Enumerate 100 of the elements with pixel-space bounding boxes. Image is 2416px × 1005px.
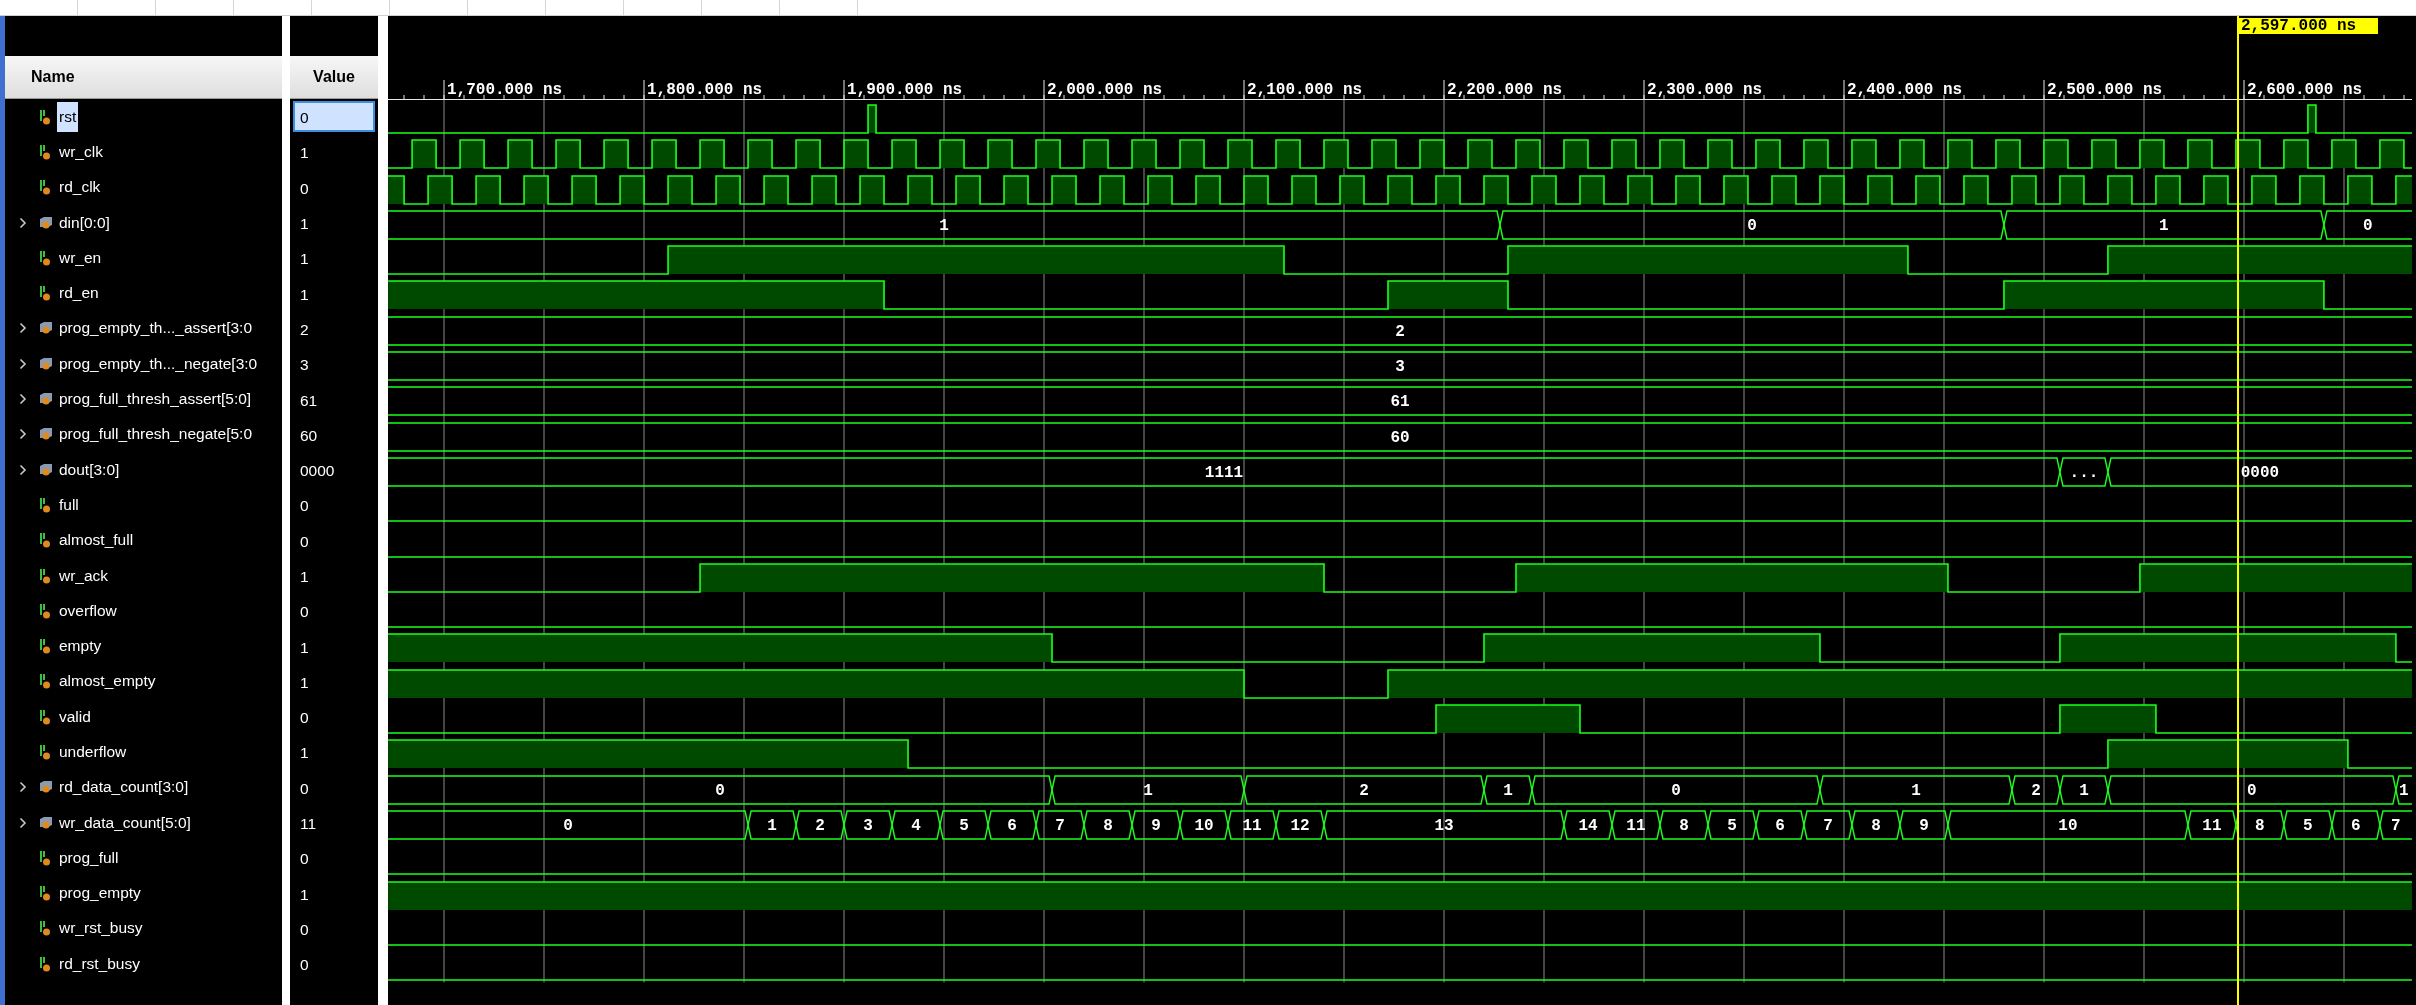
time-label: 2,000.000 ns [1047, 81, 1163, 99]
signal-name[interactable]: rd_clk [57, 172, 103, 203]
bus-value: 0000 [2240, 463, 2280, 482]
signal-icon [39, 708, 51, 725]
bus-segment [1659, 810, 1709, 840]
bus-segment [939, 810, 989, 840]
signal-name[interactable]: prog_empty [57, 878, 143, 909]
signal-name[interactable]: wr_clk [57, 136, 105, 167]
bus-value: 1 [2159, 216, 2169, 235]
bus-value: 6 [2351, 816, 2361, 835]
bus-icon [39, 215, 53, 230]
signal-name[interactable]: prog_full_thresh_negate[5:0 [57, 419, 255, 450]
signal-value: 0 [299, 531, 310, 552]
bus-value: 3 [1395, 358, 1405, 377]
expand-icon[interactable] [19, 428, 27, 441]
time-label: 2,500.000 ns [2047, 81, 2163, 99]
column-header[interactable]: Name [5, 56, 282, 99]
signal-icon [39, 285, 51, 302]
signal-value: 0 [299, 849, 310, 870]
bus-icon [39, 321, 53, 336]
signal-value: 2 [299, 319, 310, 340]
signal-name[interactable]: dout[3:0] [57, 454, 122, 485]
signal-value: 60 [299, 425, 319, 446]
signal-value: 0 [299, 955, 310, 976]
bus-value: 6 [1007, 816, 1017, 835]
bus-value: 8 [1679, 816, 1689, 835]
bus-icon [39, 392, 53, 406]
bus-value: 1 [1143, 781, 1153, 800]
signal-value: 0 [299, 496, 310, 517]
expand-icon[interactable] [19, 216, 27, 229]
signal-name[interactable]: rd_en [57, 278, 101, 309]
expand-icon[interactable] [19, 322, 27, 335]
signal-value: 0 [299, 919, 310, 940]
signal-name[interactable]: wr_rst_busy [57, 913, 145, 944]
bus-value: 0 [2363, 216, 2373, 235]
signal-icon [39, 744, 51, 760]
bus-segment [1851, 810, 1901, 840]
signal-name[interactable]: wr_en [57, 242, 104, 273]
expand-icon[interactable] [19, 463, 27, 476]
bus-segment [987, 810, 1037, 840]
signal-value: 0 [299, 602, 310, 623]
expand-icon[interactable] [19, 393, 27, 405]
signal-name[interactable]: prog_full_thresh_assert[5:0] [57, 384, 254, 414]
signal-name[interactable]: overflow [57, 595, 119, 626]
bus-value: 11 [1626, 816, 1646, 835]
bus-icon [39, 356, 53, 371]
signal-value: 1 [299, 743, 310, 764]
signal-value: 1 [299, 143, 310, 164]
signal-icon [39, 638, 51, 655]
signal-value: 0 [299, 178, 310, 199]
signal-name[interactable]: wr_ack [57, 560, 111, 591]
time-label: 2,300.000 ns [1647, 81, 1763, 99]
signal-icon [39, 567, 51, 584]
column-header[interactable]: Value [290, 56, 378, 99]
signal-icon [39, 885, 51, 902]
signal-name[interactable]: rd_rst_busy [57, 948, 142, 979]
bus-value: 5 [2303, 816, 2313, 835]
bus-segment [843, 810, 893, 840]
bus-value: 0 [1747, 216, 1757, 235]
signal-icon [39, 532, 51, 549]
signal-name[interactable]: wr_data_count[5:0] [57, 807, 193, 838]
bus-value: 9 [1919, 816, 1929, 835]
signal-name[interactable]: almost_empty [57, 666, 158, 697]
bus-value: 7 [1055, 816, 1065, 835]
bus-segment [1755, 810, 1805, 840]
bus-value: 1 [767, 816, 777, 835]
signal-value: 61 [299, 390, 319, 411]
bus-segment [891, 810, 941, 840]
cursor-line[interactable] [2236, 16, 2239, 1005]
signal-name[interactable]: rd_data_count[3:0] [57, 772, 191, 803]
bus-segment [1707, 810, 1757, 840]
bus-value: 3 [863, 816, 873, 835]
expand-icon[interactable] [19, 781, 27, 794]
signal-name[interactable]: full [57, 489, 81, 520]
bus-icon [39, 462, 53, 477]
signal-name[interactable]: empty [57, 631, 104, 662]
signal-name[interactable]: prog_empty_th..._assert[3:0 [57, 313, 254, 344]
signal-name[interactable]: rst [57, 101, 79, 132]
signal-icon [39, 602, 51, 619]
signal-name[interactable]: almost_full [57, 525, 136, 556]
signal-name[interactable]: prog_full [57, 842, 121, 873]
signal-value: 0 [293, 101, 375, 133]
signal-icon [39, 955, 51, 972]
expand-icon[interactable] [19, 816, 27, 829]
signal-name[interactable]: prog_empty_th..._negate[3:0 [57, 348, 260, 379]
signal-value: 0000 [299, 461, 336, 482]
bus-value: 1111 [1204, 463, 1244, 482]
signal-name[interactable]: din[0:0] [57, 207, 112, 238]
bus-icon [39, 815, 53, 830]
signal-name[interactable]: underflow [57, 737, 129, 767]
bus-value: 5 [1727, 816, 1737, 835]
expand-icon[interactable] [19, 357, 27, 370]
bus-segment [1179, 810, 1229, 840]
time-label: 2,600.000 ns [2247, 81, 2363, 99]
bus-value: 12 [1290, 816, 1310, 835]
signal-name[interactable]: valid [57, 701, 93, 732]
bus-value: 1 [2079, 781, 2089, 800]
signal-icon [39, 143, 51, 160]
bus-value: 8 [1103, 816, 1113, 835]
signal-icon [39, 249, 51, 266]
